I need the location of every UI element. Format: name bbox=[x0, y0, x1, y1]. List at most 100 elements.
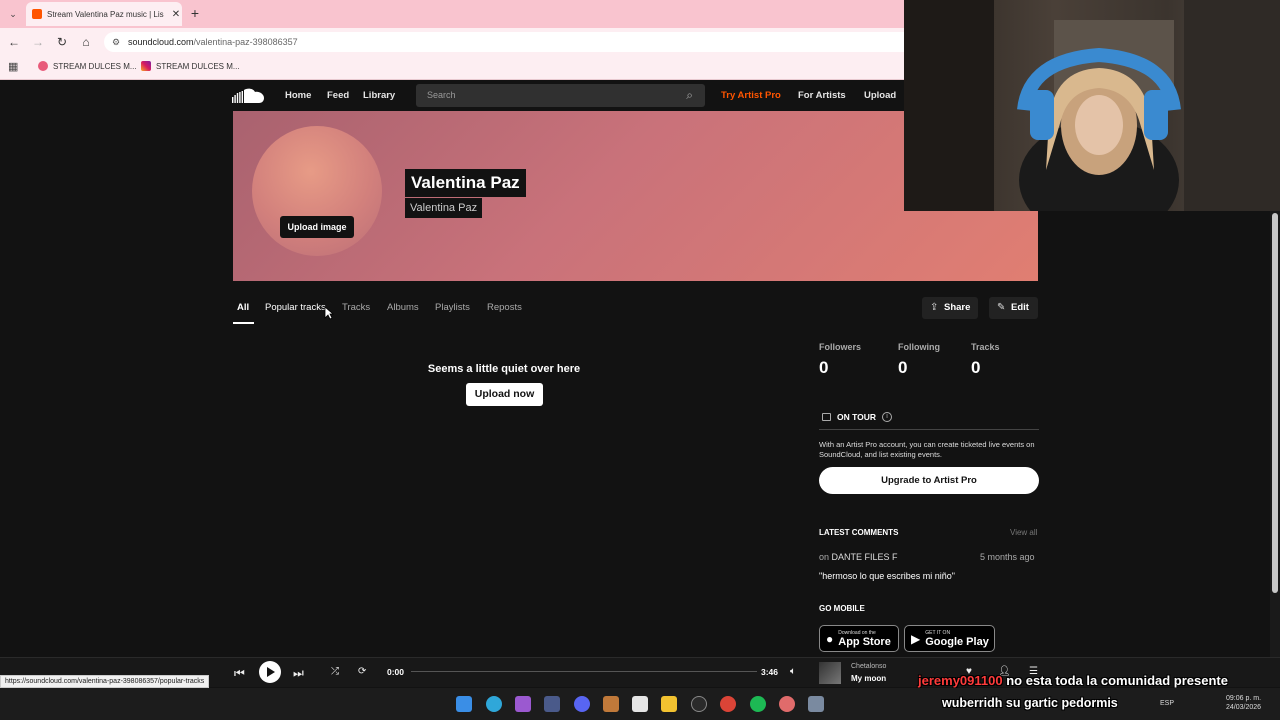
edit-button[interactable]: ✎ Edit bbox=[989, 297, 1038, 319]
start-icon[interactable] bbox=[456, 696, 472, 712]
chat-username: jeremy091100 bbox=[918, 673, 1003, 688]
tab-playlists[interactable]: Playlists bbox=[435, 302, 470, 313]
following-label[interactable]: Following bbox=[898, 342, 940, 352]
nav-library[interactable]: Library bbox=[363, 90, 395, 101]
url-path: /valentina-paz-398086357 bbox=[193, 37, 298, 47]
app-store-badge[interactable]: ● Download on the App Store bbox=[819, 625, 899, 652]
chrome-profile-icon[interactable] bbox=[779, 696, 795, 712]
divider bbox=[819, 429, 1039, 430]
following-count[interactable]: 0 bbox=[898, 358, 907, 378]
profile-display-name: Valentina Paz bbox=[405, 169, 526, 197]
tab-title: Stream Valentina Paz music | Lis bbox=[47, 9, 164, 19]
notepad-icon[interactable] bbox=[632, 696, 648, 712]
latest-comments-title: LATEST COMMENTS bbox=[819, 528, 899, 537]
url-host: soundcloud.com bbox=[128, 37, 194, 47]
browser-tab[interactable]: Stream Valentina Paz music | Lis ✕ bbox=[26, 2, 182, 26]
now-playing-title[interactable]: My moon bbox=[851, 674, 886, 683]
clock-time: 09:06 p. m. bbox=[1226, 695, 1262, 702]
webcam-overlay bbox=[904, 0, 1280, 211]
previous-icon[interactable]: ⏮ bbox=[234, 666, 245, 681]
status-bar-url: https://soundcloud.com/valentina-paz-398… bbox=[0, 675, 210, 688]
file-explorer-icon[interactable] bbox=[661, 696, 677, 712]
tab-albums[interactable]: Albums bbox=[387, 302, 419, 313]
bookmark-item[interactable]: STREAM DULCES M... bbox=[38, 61, 137, 71]
volume-icon[interactable]: 🔈︎ bbox=[790, 666, 796, 677]
on-tour-description: With an Artist Pro account, you can crea… bbox=[819, 440, 1035, 459]
now-playing-artist[interactable]: Chetalonso bbox=[851, 663, 886, 670]
new-tab-icon[interactable]: + bbox=[186, 4, 204, 22]
google-play-badge[interactable]: ▶ GET IT ON Google Play bbox=[904, 625, 995, 652]
instagram-icon bbox=[141, 61, 151, 71]
share-button[interactable]: ⇪ Share bbox=[922, 297, 978, 319]
search-input[interactable]: Search ⌕ bbox=[416, 84, 705, 107]
pencil-icon: ✎ bbox=[997, 302, 1006, 313]
spotify-icon[interactable] bbox=[750, 696, 766, 712]
tracks-count[interactable]: 0 bbox=[971, 358, 980, 378]
bookmarks-bar: ▦ STREAM DULCES M... STREAM DULCES M... bbox=[0, 56, 904, 80]
vscode-icon[interactable] bbox=[544, 696, 560, 712]
bookmark-label: STREAM DULCES M... bbox=[156, 61, 240, 71]
chat-username: wuberridh bbox=[942, 696, 1003, 710]
bookmark-label: STREAM DULCES M... bbox=[53, 61, 137, 71]
ticket-icon bbox=[822, 413, 831, 421]
comment-track-link[interactable]: DANTE FILES F bbox=[832, 552, 898, 562]
chat-message: wuberridh su gartic pedormis bbox=[942, 696, 1118, 710]
bookmark-item[interactable]: STREAM DULCES M... bbox=[141, 61, 240, 71]
followers-label[interactable]: Followers bbox=[819, 342, 861, 352]
comment-track-line: on DANTE FILES F bbox=[819, 552, 898, 562]
app-icon[interactable] bbox=[603, 696, 619, 712]
soundcloud-logo-icon[interactable] bbox=[232, 88, 266, 104]
empty-state-message: Seems a little quiet over here bbox=[427, 363, 581, 375]
upload-image-button[interactable]: Upload image bbox=[280, 216, 354, 238]
url-input[interactable]: ⚙ soundcloud.com/valentina-paz-398086357 bbox=[104, 32, 904, 52]
repeat-icon[interactable]: ⟳ bbox=[358, 666, 366, 677]
tab-search-icon[interactable]: ⌄ bbox=[4, 5, 22, 23]
upgrade-artist-pro-button[interactable]: Upgrade to Artist Pro bbox=[819, 467, 1039, 494]
for-artists-link[interactable]: For Artists bbox=[798, 90, 846, 101]
chrome-icon[interactable] bbox=[720, 696, 736, 712]
edge-icon[interactable] bbox=[486, 696, 502, 712]
time-total: 3:46 bbox=[761, 667, 779, 677]
play-button[interactable] bbox=[259, 661, 281, 683]
language-indicator[interactable]: ESP bbox=[1160, 700, 1174, 707]
view-all-link[interactable]: View all bbox=[1010, 528, 1037, 537]
soundcloud-header: Home Feed Library Search ⌕ Try Artist Pr… bbox=[0, 80, 904, 111]
followers-count[interactable]: 0 bbox=[819, 358, 828, 378]
tab-all[interactable]: All bbox=[237, 302, 249, 313]
chat-text: su gartic pedormis bbox=[1005, 696, 1118, 710]
next-icon[interactable]: ⏭ bbox=[293, 666, 304, 681]
reload-icon[interactable]: ↻ bbox=[54, 34, 70, 50]
tab-reposts[interactable]: Reposts bbox=[487, 302, 522, 313]
try-artist-pro-link[interactable]: Try Artist Pro bbox=[721, 90, 781, 101]
search-icon[interactable]: ⌕ bbox=[686, 84, 693, 107]
chat-message: jeremy091100 no esta toda la comunidad p… bbox=[918, 673, 1228, 688]
home-icon[interactable]: ⌂ bbox=[78, 34, 94, 50]
obs-icon[interactable] bbox=[691, 696, 707, 712]
shuffle-icon[interactable]: ⤮ bbox=[331, 666, 339, 677]
scrollbar-thumb[interactable] bbox=[1272, 213, 1278, 593]
discord-icon[interactable] bbox=[574, 696, 590, 712]
now-playing-artwork[interactable] bbox=[819, 662, 841, 684]
nav-feed[interactable]: Feed bbox=[327, 90, 349, 101]
upload-link[interactable]: Upload bbox=[864, 90, 896, 101]
settings-icon[interactable] bbox=[808, 696, 824, 712]
on-tour-title: ON TOUR bbox=[837, 412, 877, 422]
upload-now-button[interactable]: Upload now bbox=[466, 383, 543, 406]
profile-username: Valentina Paz bbox=[405, 198, 483, 218]
comment-text[interactable]: "hermoso lo que escribes mi niño" bbox=[819, 571, 955, 581]
mouse-cursor-icon bbox=[324, 306, 334, 320]
close-tab-icon[interactable]: ✕ bbox=[170, 9, 182, 20]
nav-home[interactable]: Home bbox=[285, 90, 311, 101]
info-icon[interactable]: i bbox=[882, 412, 893, 422]
tracks-label[interactable]: Tracks bbox=[971, 342, 1000, 352]
progress-bar[interactable] bbox=[411, 671, 757, 672]
forward-icon[interactable]: → bbox=[30, 34, 46, 50]
copilot-icon[interactable] bbox=[515, 696, 531, 712]
tab-popular-tracks[interactable]: Popular tracks bbox=[265, 302, 326, 313]
tab-tracks[interactable]: Tracks bbox=[342, 302, 370, 313]
edit-label: Edit bbox=[1011, 302, 1029, 313]
back-icon[interactable]: ← bbox=[6, 34, 22, 50]
apps-grid-icon[interactable]: ▦ bbox=[8, 61, 20, 73]
site-info-icon[interactable]: ⚙ bbox=[112, 32, 120, 52]
clock[interactable]: 09:06 p. m. 24/03/2026 bbox=[1226, 694, 1261, 712]
